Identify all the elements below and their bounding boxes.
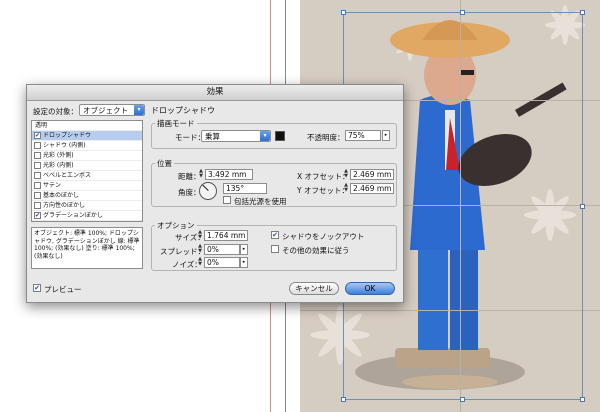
opacity-input[interactable]: 75% — [345, 130, 381, 141]
list-item[interactable]: 方向性のぼかし — [32, 201, 142, 211]
list-item[interactable]: 基本のぼかし — [32, 191, 142, 201]
effect-label: 方向性のぼかし — [43, 202, 86, 209]
effects-list[interactable]: 透明 ✔ ドロップシャドウ シャドウ (内側) 光彩 (外側) 光彩 (内側) ベベルとエ… — [31, 120, 143, 222]
effect-checkbox[interactable] — [34, 172, 41, 179]
selection-handle[interactable] — [341, 10, 346, 15]
effect-label: サテン — [43, 182, 62, 189]
list-item[interactable]: シャドウ (内側) — [32, 141, 142, 151]
selection-handle[interactable] — [580, 204, 585, 209]
target-value: オブジェクト — [83, 106, 128, 115]
ok-button[interactable]: OK — [345, 282, 395, 295]
effect-checkbox[interactable] — [34, 142, 41, 149]
blend-mode-title: 描画モード — [155, 118, 197, 129]
angle-input[interactable]: 135° — [223, 183, 267, 194]
list-item[interactable]: 光彩 (内側) — [32, 161, 142, 171]
list-item[interactable]: 光彩 (外側) — [32, 151, 142, 161]
effect-checkbox[interactable] — [34, 162, 41, 169]
chevron-down-icon: ▾ — [260, 131, 270, 141]
knockout-label: シャドウをノックアウト — [282, 232, 365, 241]
effects-dialog: 効果 設定の対象： オブジェクト ▾ 透明 ✔ ドロップシャドウ シャドウ (内側)… — [26, 84, 404, 303]
effect-label: ベベルとエンボス — [43, 172, 92, 179]
distance-stepper[interactable]: ▲ ▼ — [198, 169, 204, 180]
effect-label: シャドウ (内側) — [43, 142, 86, 149]
selection-handle[interactable] — [580, 397, 585, 402]
y-offset-input[interactable]: 2.469 mm — [350, 183, 394, 194]
spread-stepper[interactable]: ▲ ▼ — [197, 244, 203, 255]
effect-checkbox[interactable] — [34, 192, 41, 199]
preview-checkbox[interactable]: ✔ — [33, 284, 41, 292]
list-item[interactable]: サテン — [32, 181, 142, 191]
y-offset-stepper[interactable]: ▲ ▼ — [343, 183, 349, 194]
knockout-checkbox[interactable]: ✔ — [271, 231, 279, 239]
effect-checkbox[interactable] — [34, 152, 41, 159]
effect-label: グラデーションぼかし — [43, 212, 103, 219]
effect-label: 光彩 (内側) — [43, 162, 74, 169]
effect-checkbox[interactable] — [34, 182, 41, 189]
position-title: 位置 — [155, 158, 174, 169]
chevron-down-icon: ▾ — [134, 105, 144, 115]
section-title: ドロップシャドウ — [151, 106, 215, 115]
target-label: 設定の対象： — [33, 107, 78, 116]
global-light-checkbox[interactable] — [223, 196, 231, 204]
list-item[interactable]: ✔ ドロップシャドウ — [32, 131, 142, 141]
shadow-color-swatch[interactable] — [275, 131, 285, 141]
target-select[interactable]: オブジェクト ▾ — [79, 104, 145, 116]
size-input[interactable]: 1.764 mm — [204, 230, 248, 241]
selection-handle[interactable] — [460, 10, 465, 15]
x-offset-input[interactable]: 2.469 mm — [350, 169, 394, 180]
size-stepper[interactable]: ▲ ▼ — [197, 230, 203, 241]
spread-dropdown-button[interactable]: ▸ — [240, 244, 248, 255]
mode-select[interactable]: 乗算 ▾ — [201, 130, 271, 142]
x-offset-stepper[interactable]: ▲ ▼ — [343, 169, 349, 180]
effect-label: 光彩 (外側) — [43, 152, 74, 159]
selection-handle[interactable] — [580, 10, 585, 15]
effect-checkbox[interactable] — [34, 202, 41, 209]
global-light-label: 包括光源を使用 — [234, 197, 287, 206]
effect-checkbox[interactable]: ✔ — [34, 212, 41, 219]
list-item[interactable]: ✔ グラデーションぼかし — [32, 211, 142, 221]
angle-dial[interactable] — [199, 182, 217, 200]
selection-handle[interactable] — [341, 397, 346, 402]
list-item-transparency[interactable]: 透明 — [32, 121, 142, 131]
x-offset-label: X オフセット： — [297, 172, 350, 181]
effect-label: ドロップシャドウ — [43, 132, 92, 139]
effects-description: オブジェクト: 標準 100%; ドロップシャドウ, グラデーションぼかし 線:… — [31, 227, 143, 269]
cancel-button[interactable]: キャンセル — [289, 282, 339, 295]
noise-input[interactable]: 0% — [204, 257, 240, 268]
effect-checkbox[interactable]: ✔ — [34, 132, 41, 139]
effect-label: 基本のぼかし — [43, 192, 80, 199]
honor-other-label: その他の効果に従う — [282, 246, 350, 255]
opacity-dropdown-button[interactable]: ▸ — [382, 130, 390, 141]
options-title: オプション — [155, 220, 197, 231]
noise-dropdown-button[interactable]: ▸ — [240, 257, 248, 268]
list-item[interactable]: ベベルとエンボス — [32, 171, 142, 181]
honor-other-checkbox[interactable] — [271, 245, 279, 253]
spread-input[interactable]: 0% — [204, 244, 240, 255]
noise-stepper[interactable]: ▲ ▼ — [197, 257, 203, 268]
preview-label: プレビュー — [44, 285, 82, 294]
dialog-title[interactable]: 効果 — [27, 85, 403, 101]
distance-input[interactable]: 3.492 mm — [205, 169, 253, 180]
opacity-label: 不透明度： — [307, 133, 345, 142]
mode-value: 乗算 — [205, 132, 220, 141]
angle-label: 角度： — [178, 188, 201, 197]
selection-handle[interactable] — [460, 397, 465, 402]
y-offset-label: Y オフセット： — [297, 186, 349, 195]
